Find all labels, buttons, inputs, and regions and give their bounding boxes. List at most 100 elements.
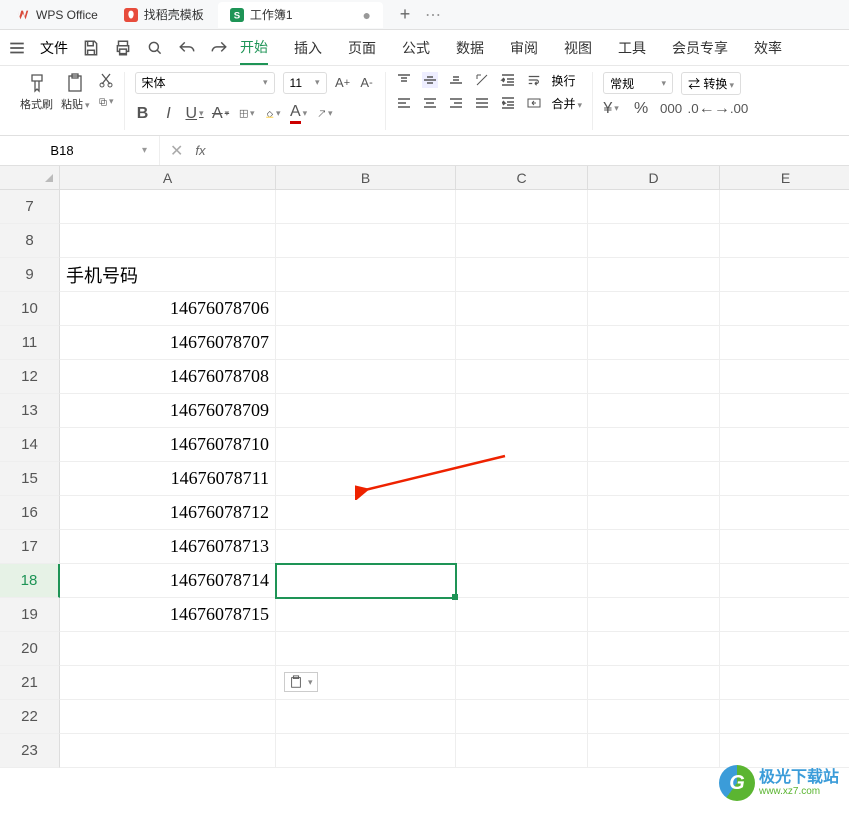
cell-B16[interactable]	[276, 496, 456, 530]
cell-A23[interactable]	[60, 734, 276, 768]
cell-A11[interactable]: 14676078707	[60, 326, 276, 360]
cell-E15[interactable]	[720, 462, 849, 496]
cell-A21[interactable]	[60, 666, 276, 700]
file-menu[interactable]: 文件	[40, 38, 68, 58]
fill-color-icon[interactable]: ▾	[265, 106, 281, 122]
redo-icon[interactable]	[210, 39, 228, 57]
convert-button[interactable]: ⇄ 转换▾	[681, 72, 741, 95]
bold-icon[interactable]: B	[135, 106, 151, 122]
cell-C8[interactable]	[456, 224, 588, 258]
cell-D7[interactable]	[588, 190, 720, 224]
row-header-19[interactable]: 19	[0, 598, 60, 632]
cell-A15[interactable]: 14676078711	[60, 462, 276, 496]
cell-B20[interactable]	[276, 632, 456, 666]
menu-data[interactable]: 数据	[456, 32, 484, 64]
border-icon[interactable]: ▾	[239, 106, 255, 122]
cell-D23[interactable]	[588, 734, 720, 768]
cell-C16[interactable]	[456, 496, 588, 530]
cell-E10[interactable]	[720, 292, 849, 326]
clear-format-icon[interactable]: ▾	[317, 106, 333, 122]
row-header-18[interactable]: 18	[0, 564, 60, 598]
cell-C13[interactable]	[456, 394, 588, 428]
cell-A14[interactable]: 14676078710	[60, 428, 276, 462]
add-tab-button[interactable]: +	[393, 3, 417, 27]
cell-E8[interactable]	[720, 224, 849, 258]
format-brush-icon[interactable]	[26, 72, 48, 94]
cell-ref-dropdown-icon[interactable]: ▾	[142, 145, 147, 156]
cell-E12[interactable]	[720, 360, 849, 394]
currency-icon[interactable]: ¥▾	[603, 101, 619, 117]
cell-A20[interactable]	[60, 632, 276, 666]
font-select[interactable]: 宋体▾	[135, 72, 275, 94]
cell-D9[interactable]	[588, 258, 720, 292]
cell-D14[interactable]	[588, 428, 720, 462]
cell-D21[interactable]	[588, 666, 720, 700]
cell-C12[interactable]	[456, 360, 588, 394]
increase-font-icon[interactable]: A+	[335, 75, 351, 91]
row-header-17[interactable]: 17	[0, 530, 60, 564]
cell-C20[interactable]	[456, 632, 588, 666]
cell-D8[interactable]	[588, 224, 720, 258]
decrease-font-icon[interactable]: A-	[359, 75, 375, 91]
merge-icon[interactable]	[526, 95, 542, 111]
cell-B11[interactable]	[276, 326, 456, 360]
cell-C9[interactable]	[456, 258, 588, 292]
formula-input[interactable]	[218, 143, 839, 158]
cell-B8[interactable]	[276, 224, 456, 258]
cell-E23[interactable]	[720, 734, 849, 768]
cell-B9[interactable]	[276, 258, 456, 292]
cell-D16[interactable]	[588, 496, 720, 530]
row-header-14[interactable]: 14	[0, 428, 60, 462]
justify-icon[interactable]	[474, 95, 490, 111]
align-bottom-icon[interactable]	[448, 72, 464, 88]
save-icon[interactable]	[82, 39, 100, 57]
cell-E20[interactable]	[720, 632, 849, 666]
paste-icon[interactable]	[64, 72, 86, 94]
cell-C7[interactable]	[456, 190, 588, 224]
menu-start[interactable]: 开始	[240, 31, 268, 65]
cell-E7[interactable]	[720, 190, 849, 224]
select-all-corner[interactable]	[0, 166, 60, 190]
cell-E19[interactable]	[720, 598, 849, 632]
print-icon[interactable]	[114, 39, 132, 57]
cell-D12[interactable]	[588, 360, 720, 394]
menu-hamburger-icon[interactable]	[8, 39, 26, 57]
cell-B19[interactable]	[276, 598, 456, 632]
row-header-23[interactable]: 23	[0, 734, 60, 768]
row-header-10[interactable]: 10	[0, 292, 60, 326]
cell-A16[interactable]: 14676078712	[60, 496, 276, 530]
increase-decimal-icon[interactable]: →.00	[723, 101, 739, 117]
col-header-D[interactable]: D	[588, 166, 720, 190]
cell-E18[interactable]	[720, 564, 849, 598]
percent-icon[interactable]: %	[633, 101, 649, 117]
cut-icon[interactable]	[98, 72, 114, 88]
cell-C21[interactable]	[456, 666, 588, 700]
cell-A10[interactable]: 14676078706	[60, 292, 276, 326]
cell-A13[interactable]: 14676078709	[60, 394, 276, 428]
number-format-select[interactable]: 常规▾	[603, 72, 673, 94]
font-color-icon[interactable]: A▾	[291, 106, 307, 122]
cell-E22[interactable]	[720, 700, 849, 734]
font-size-select[interactable]: 11▾	[283, 72, 327, 94]
paste-options-button[interactable]: ▾	[284, 672, 318, 692]
tab-workbook[interactable]: S 工作簿1 ●	[218, 2, 383, 28]
cell-C23[interactable]	[456, 734, 588, 768]
strikethrough-icon[interactable]: A▾	[213, 106, 229, 122]
fx-icon[interactable]: fx	[195, 143, 205, 158]
menu-member[interactable]: 会员专享	[672, 32, 728, 64]
preview-icon[interactable]	[146, 39, 164, 57]
italic-icon[interactable]: I	[161, 106, 177, 122]
cell-A17[interactable]: 14676078713	[60, 530, 276, 564]
orientation-icon[interactable]	[474, 72, 490, 88]
align-middle-icon[interactable]	[422, 72, 438, 88]
cell-C22[interactable]	[456, 700, 588, 734]
cell-reference-box[interactable]: ▾	[0, 136, 160, 165]
cell-B15[interactable]	[276, 462, 456, 496]
menu-view[interactable]: 视图	[564, 32, 592, 64]
menu-efficiency[interactable]: 效率	[754, 32, 782, 64]
merge-label[interactable]: 合并▾	[552, 95, 583, 112]
cell-D19[interactable]	[588, 598, 720, 632]
indent-increase-icon[interactable]	[500, 95, 516, 111]
cell-C17[interactable]	[456, 530, 588, 564]
cell-B14[interactable]	[276, 428, 456, 462]
